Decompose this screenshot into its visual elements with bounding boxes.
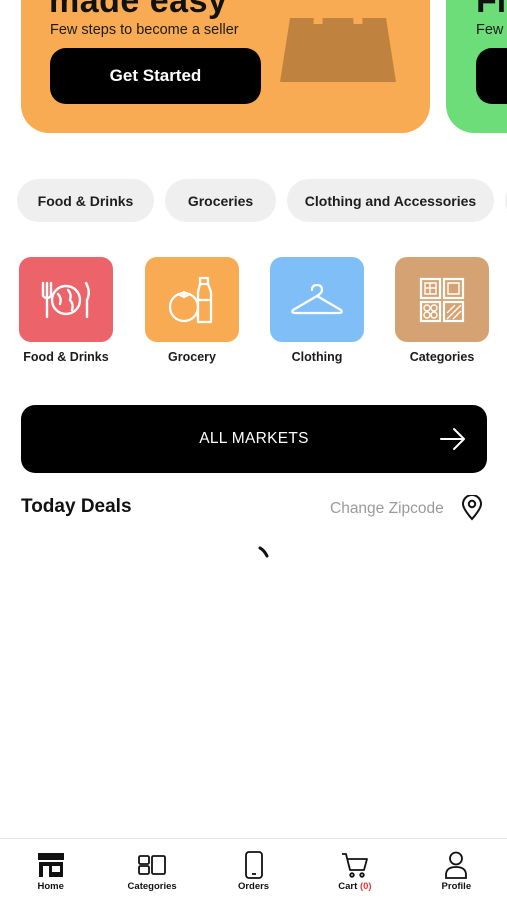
- cart-count-badge: (0): [359, 881, 372, 892]
- all-markets-label: ALL MARKETS: [199, 430, 309, 447]
- tile-food-drinks-label: Food & Drinks: [23, 350, 109, 364]
- tile-grocery-label: Grocery: [168, 350, 216, 364]
- tomato-bottle-icon: [168, 276, 213, 323]
- arrow-right-icon: [440, 428, 465, 450]
- seller-banner[interactable]: made easy Few steps to become a seller G…: [21, 0, 430, 133]
- grid-categories-icon: [419, 277, 465, 322]
- chip-clothing-accessories[interactable]: Clothing and Accessories: [287, 179, 494, 222]
- nav-item-orders[interactable]: Orders: [203, 839, 304, 900]
- nav-label-orders: Orders: [237, 881, 270, 892]
- promo-banner[interactable]: Fi Few: [446, 0, 507, 133]
- nav-label-cart: Cart (0): [338, 881, 371, 892]
- get-started-button[interactable]: Get Started: [50, 48, 261, 104]
- banner-title: made easy: [49, 0, 228, 20]
- nav-item-profile[interactable]: Profile: [406, 839, 507, 900]
- banner-carousel[interactable]: made easy Few steps to become a seller G…: [0, 0, 507, 135]
- nav-item-home[interactable]: Home: [0, 839, 101, 900]
- store-icon: [37, 853, 64, 877]
- promo-banner-button[interactable]: [476, 48, 507, 104]
- tile-grocery[interactable]: Grocery: [145, 257, 239, 364]
- chip-food-drinks[interactable]: Food & Drinks: [17, 179, 154, 222]
- promo-banner-title: Fi: [476, 0, 507, 20]
- cart-icon: [341, 853, 368, 878]
- loading-spinner-icon: [258, 546, 269, 558]
- nav-label-profile: Profile: [441, 881, 472, 892]
- plate-cutlery-icon: [41, 281, 90, 318]
- chip-groceries[interactable]: Groceries: [165, 179, 276, 222]
- nav-item-categories[interactable]: Categories: [101, 839, 202, 900]
- nav-item-cart[interactable]: Cart (0): [304, 839, 405, 900]
- nav-label-home: Home: [37, 881, 64, 892]
- tile-clothing-label: Clothing: [291, 350, 343, 364]
- tile-clothing[interactable]: Clothing: [270, 257, 364, 364]
- nav-label-categories: Categories: [127, 881, 177, 892]
- hanger-icon: [291, 283, 343, 314]
- banner-subtitle: Few steps to become a seller: [50, 22, 239, 38]
- tile-clothing-box[interactable]: [270, 257, 364, 342]
- location-pin-icon[interactable]: [460, 495, 484, 521]
- tile-food-drinks[interactable]: Food & Drinks: [19, 257, 113, 364]
- shopping-bag-icon: [280, 0, 396, 82]
- category-chips: Food & Drinks Groceries Clothing and Acc…: [0, 179, 507, 223]
- change-zipcode-link[interactable]: Change Zipcode: [330, 500, 444, 518]
- today-deals-title: Today Deals: [21, 496, 132, 517]
- tile-categories-label: Categories: [409, 350, 475, 364]
- tile-categories[interactable]: Categories: [395, 257, 489, 364]
- cart-label: Cart: [338, 881, 358, 892]
- user-icon: [445, 851, 468, 879]
- bottom-nav: Home Categories Orders Cart (0) Profile: [0, 838, 507, 900]
- promo-banner-subtitle: Few: [476, 22, 504, 38]
- tile-grocery-box[interactable]: [145, 257, 239, 342]
- categories-icon: [138, 855, 167, 875]
- tile-categories-box[interactable]: [395, 257, 489, 342]
- tile-food-drinks-box[interactable]: [19, 257, 113, 342]
- phone-icon: [244, 851, 263, 879]
- all-markets-button[interactable]: ALL MARKETS: [21, 405, 487, 473]
